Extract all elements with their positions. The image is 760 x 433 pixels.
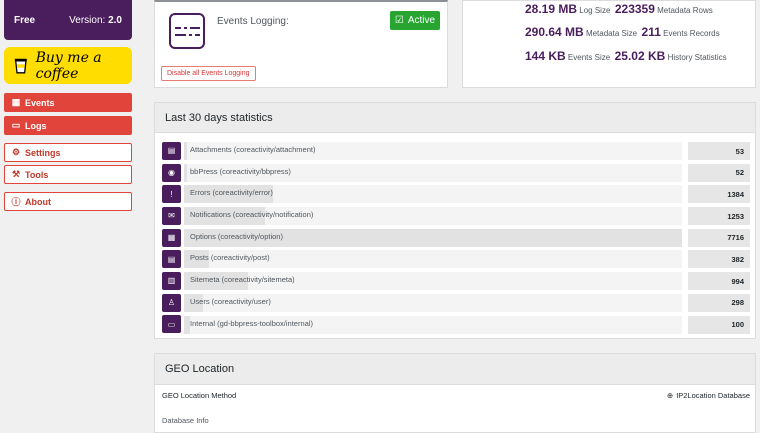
summary-line: 290.64 MB Metadata Size 211 Events Recor… — [525, 25, 720, 39]
statistics-row: ▥ Sitemeta (coreactivity/sitemeta) 994 — [162, 270, 750, 292]
sidebar: Free Version: 2.0 Buy me a coffee ▦ Even… — [0, 0, 140, 420]
edition-label: Free — [14, 14, 36, 26]
geo-location-title: GEO Location — [155, 354, 755, 385]
checkbox-icon: ☑ — [394, 15, 404, 26]
options-icon: ▦ — [162, 228, 181, 247]
events-logging-label: Events Logging: — [217, 16, 289, 27]
statistics-row-value: 298 — [688, 293, 750, 312]
statistics-row-value: 53 — [688, 142, 750, 160]
statistics-row: ◉ bbPress (coreactivity/bbpress) 52 — [162, 162, 750, 184]
statistics-row-label: Posts (coreactivity/post) — [190, 253, 270, 263]
statistics-row: ▦ Options (coreactivity/option) 7716 — [162, 227, 750, 249]
log-size-label: Log Size — [579, 6, 611, 15]
version-value: 2.0 — [108, 14, 122, 26]
logging-status-badge[interactable]: ☑ Active — [390, 11, 440, 30]
geo-method-value-wrap: ⊕ IP2Location Database — [667, 391, 750, 400]
statistics-row: ▭ Internal (gd-bbpress-toolbox/internal) 1… — [162, 314, 750, 336]
attachment-icon: ▤ — [162, 141, 181, 160]
history-statistics-value: 25.02 KB — [614, 49, 666, 63]
geo-method-label: GEO Location Method — [162, 391, 237, 400]
nav-tools-button[interactable]: ⚒ Tools — [4, 165, 132, 184]
folder-icon: ▭ — [162, 315, 181, 334]
buy-me-a-coffee-button[interactable]: Buy me a coffee — [4, 47, 132, 84]
nav-logs-label: Logs — [25, 120, 47, 131]
metadata-rows-value: 223359 — [614, 2, 655, 16]
nav-logs-button[interactable]: ▭ Logs — [4, 116, 132, 135]
calendar-icon: ▦ — [11, 97, 21, 107]
metadata-size-label: Metadata Size — [585, 29, 638, 38]
statistics-row-value: 7716 — [688, 228, 750, 247]
bbpress-icon: ◉ — [162, 163, 181, 182]
events-logging-icon — [169, 13, 205, 49]
mail-icon: ✉ — [162, 206, 181, 225]
wrench-icon: ⚒ — [11, 169, 21, 179]
nav-events-button[interactable]: ▦ Events — [4, 93, 132, 112]
statistics-row-label: Errors (coreactivity/error) — [190, 188, 273, 198]
nav-settings-label: Settings — [25, 147, 61, 158]
statistics-row-label: Attachments (coreactivity/attachment) — [190, 145, 316, 154]
statistics-row-value: 382 — [688, 250, 750, 269]
statistics-bar-fill — [184, 163, 188, 182]
geo-method-row: GEO Location Method ⊕ IP2Location Databa… — [162, 391, 750, 400]
statistics-row: ▤ Posts (coreactivity/post) 382 — [162, 248, 750, 270]
summary-line: 28.19 MB Log Size 223359 Metadata Rows — [525, 2, 713, 16]
statistics-row-value: 52 — [688, 163, 750, 182]
version-label: Version: — [69, 14, 106, 26]
summary-panel: 28.19 MB Log Size 223359 Metadata Rows 2… — [462, 0, 756, 88]
version-info: Version: 2.0 — [69, 15, 122, 26]
edition-box: Free Version: 2.0 — [4, 0, 132, 40]
events-records-label: Events Records — [663, 29, 720, 38]
user-icon: ♙ — [162, 293, 181, 312]
statistics-row-label: Internal (gd-bbpress-toolbox/internal) — [190, 318, 313, 328]
statistics-row-label: Users (coreactivity/user) — [190, 296, 271, 306]
statistics-row-value: 994 — [688, 272, 750, 291]
statistics-row-label: bbPress (coreactivity/bbpress) — [190, 166, 291, 176]
geo-method-value: IP2Location Database — [676, 391, 750, 400]
events-size-value: 144 KB — [525, 49, 566, 63]
statistics-row-value: 1253 — [688, 207, 750, 226]
statistics-bar-fill — [184, 142, 188, 160]
nav-events-label: Events — [25, 97, 55, 108]
sitemeta-icon: ▥ — [162, 271, 181, 290]
metadata-rows-label: Metadata Rows — [657, 6, 713, 15]
statistics-row-label: Notifications (coreactivity/notification… — [190, 210, 314, 220]
gear-icon: ⚙ — [11, 147, 21, 157]
nav-about-button[interactable]: ⓘ About — [4, 192, 132, 211]
log-size-value: 28.19 MB — [525, 2, 578, 16]
statistics-row-value: 1384 — [688, 185, 750, 204]
coffee-cup-icon — [14, 58, 27, 73]
geo-location-panel: GEO Location GEO Location Method ⊕ IP2Lo… — [154, 353, 756, 433]
events-records-value: 211 — [641, 25, 661, 39]
post-icon: ▤ — [162, 250, 181, 269]
statistics-row-label: Options (coreactivity/option) — [190, 231, 283, 241]
statistics-row: ♙ Users (coreactivity/user) 298 — [162, 292, 750, 314]
logging-status-label: Active — [407, 15, 436, 26]
metadata-size-value: 290.64 MB — [525, 25, 584, 39]
statistics-panel: Last 30 days statistics ▤ Attachments (co… — [154, 102, 756, 339]
history-statistics-label: History Statistics — [667, 53, 727, 62]
statistics-row-value: 100 — [688, 315, 750, 334]
events-logging-panel: Events Logging: ☑ Active Disable all Eve… — [154, 0, 448, 88]
statistics-row: ▤ Attachments (coreactivity/attachment) 53 — [162, 140, 750, 162]
statistics-row: ! Errors (coreactivity/error) 1384 — [162, 183, 750, 205]
statistics-row-label: Sitemeta (coreactivity/sitemeta) — [190, 275, 295, 285]
nav-tools-label: Tools — [25, 169, 49, 180]
statistics-title: Last 30 days statistics — [155, 103, 755, 133]
error-icon: ! — [162, 185, 181, 204]
events-size-label: Events Size — [567, 53, 611, 62]
statistics-list: ▤ Attachments (coreactivity/attachment) 53… — [162, 140, 750, 335]
nav-settings-button[interactable]: ⚙ Settings — [4, 143, 132, 162]
coffee-label: Buy me a coffee — [35, 49, 102, 82]
statistics-row: ✉ Notifications (coreactivity/notificatio… — [162, 205, 750, 227]
geo-database-info-label: Database Info — [162, 416, 209, 425]
nav-about-label: About — [25, 196, 51, 207]
globe-icon: ⊕ — [666, 391, 674, 400]
summary-line: 144 KB Events Size 25.02 KB History Stat… — [525, 49, 727, 63]
folder-icon: ▭ — [11, 120, 21, 130]
disable-all-logging-button[interactable]: Disable all Events Logging — [161, 66, 256, 81]
info-icon: ⓘ — [11, 197, 21, 207]
